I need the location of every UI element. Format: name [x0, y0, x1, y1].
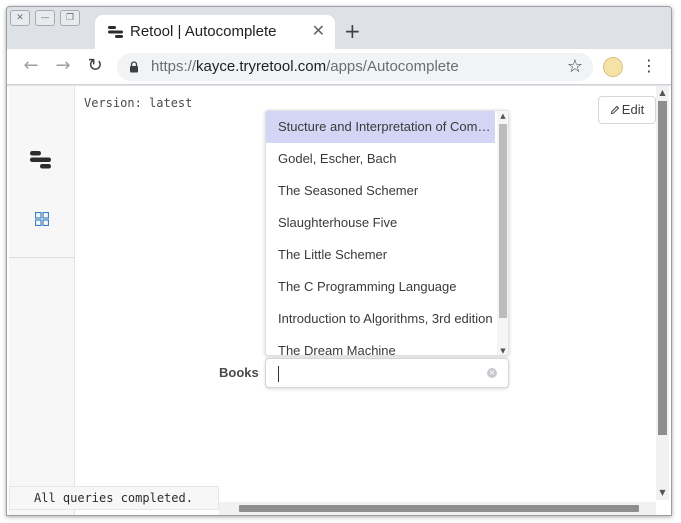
- profile-avatar[interactable]: [603, 57, 623, 77]
- text-caret: [278, 366, 279, 382]
- autocomplete-dropdown: Stucture and Interpretation of Computer …: [265, 110, 509, 356]
- address-bar[interactable]: https://kayce.tryretool.com/apps/Autocom…: [117, 53, 593, 81]
- version-text: Version: latest: [84, 96, 193, 110]
- dropdown-option[interactable]: The Dream Machine: [266, 335, 495, 355]
- title-bar: ✕ — ❐ Retool | Autocomplete ✕ +: [7, 7, 671, 49]
- page-vertical-scrollbar[interactable]: ▲ ▼: [656, 86, 669, 500]
- app-sidebar: [9, 86, 75, 515]
- scroll-up-icon[interactable]: ▲: [656, 88, 669, 97]
- minimize-window-button[interactable]: —: [35, 10, 55, 26]
- tab-title: Retool | Autocomplete: [130, 23, 277, 40]
- page-viewport: Version: latest Edit Stucture and Interp…: [7, 86, 671, 515]
- books-label: Books: [219, 365, 259, 380]
- retool-logo-icon: [108, 26, 123, 38]
- browser-window: ✕ — ❐ Retool | Autocomplete ✕ + ← → ↻ ht…: [6, 6, 672, 516]
- tab-close-icon[interactable]: ✕: [312, 21, 325, 40]
- url-text: https://kayce.tryretool.com/apps/Autocom…: [151, 58, 459, 75]
- dropdown-scrollbar[interactable]: ▲ ▼: [497, 111, 508, 355]
- pencil-icon: [610, 105, 620, 115]
- lock-icon: [130, 61, 138, 73]
- scroll-down-icon[interactable]: ▼: [497, 347, 508, 355]
- scroll-down-icon[interactable]: ▼: [656, 488, 669, 497]
- browser-toolbar: ← → ↻ https://kayce.tryretool.com/apps/A…: [7, 49, 671, 85]
- url-host: kayce.tryretool.com: [196, 58, 327, 75]
- forward-button[interactable]: →: [52, 55, 74, 77]
- bookmark-star-icon[interactable]: ☆: [567, 56, 583, 77]
- browser-menu-icon[interactable]: ⋮: [641, 56, 657, 75]
- scroll-up-icon[interactable]: ▲: [497, 112, 508, 120]
- dropdown-scroll-thumb[interactable]: [499, 124, 507, 318]
- clear-icon[interactable]: ×: [487, 368, 497, 378]
- grid-icon[interactable]: [35, 212, 49, 226]
- dropdown-option[interactable]: The Seasoned Schemer: [266, 175, 495, 207]
- url-path: /apps/Autocomplete: [326, 58, 459, 75]
- page-horizontal-scrollbar[interactable]: [219, 502, 656, 515]
- sidebar-divider: [9, 257, 75, 258]
- status-bar: All queries completed.: [9, 486, 219, 510]
- url-scheme: https://: [151, 58, 197, 75]
- dropdown-option[interactable]: Introduction to Algorithms, 3rd edition: [266, 303, 495, 335]
- back-button[interactable]: ←: [20, 55, 42, 77]
- dropdown-option[interactable]: The Little Schemer: [266, 239, 495, 271]
- new-tab-button[interactable]: +: [344, 19, 361, 43]
- dropdown-option[interactable]: Stucture and Interpretation of Computer …: [266, 111, 495, 143]
- books-autocomplete-input[interactable]: ×: [265, 358, 509, 388]
- edit-button[interactable]: Edit: [598, 96, 656, 124]
- maximize-window-button[interactable]: ❐: [60, 10, 80, 26]
- retool-logo-icon[interactable]: [29, 150, 53, 170]
- dropdown-option[interactable]: Godel, Escher, Bach: [266, 143, 495, 175]
- dropdown-option[interactable]: Slaughterhouse Five: [266, 207, 495, 239]
- edit-label: Edit: [621, 102, 645, 117]
- close-window-button[interactable]: ✕: [10, 10, 30, 26]
- browser-tab[interactable]: Retool | Autocomplete ✕: [95, 15, 335, 49]
- horizontal-scroll-thumb[interactable]: [239, 505, 639, 512]
- reload-button[interactable]: ↻: [84, 55, 106, 77]
- dropdown-option[interactable]: The C Programming Language: [266, 271, 495, 303]
- vertical-scroll-thumb[interactable]: [658, 101, 667, 435]
